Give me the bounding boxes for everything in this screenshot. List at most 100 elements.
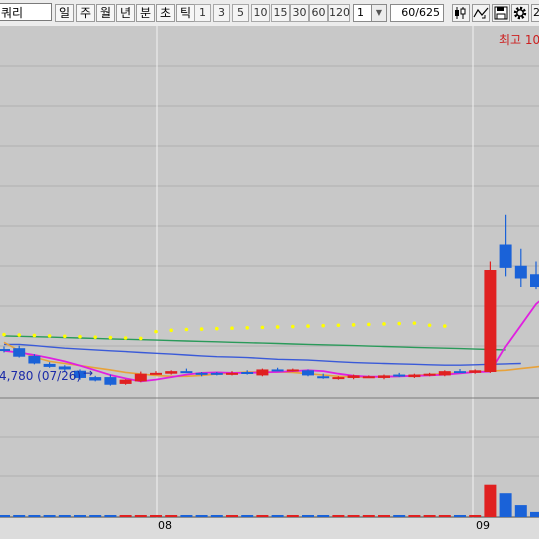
volume-bar: [408, 515, 421, 517]
interval-120-button[interactable]: 120: [328, 4, 350, 22]
candle-body: [0, 349, 10, 352]
candle-body: [210, 372, 223, 375]
volume-bar: [438, 515, 451, 517]
interval-1-button[interactable]: 1: [194, 4, 211, 22]
candle-body: [347, 375, 360, 378]
parabolic-dot: [367, 322, 371, 327]
parabolic-dot: [63, 334, 67, 339]
candle-body: [241, 372, 254, 374]
interval-30-button[interactable]: 30: [290, 4, 309, 22]
candle-add-icon[interactable]: [452, 4, 470, 22]
volume-bar: [210, 515, 223, 517]
parabolic-dot: [260, 325, 265, 330]
candle-body: [134, 373, 147, 382]
candle-body: [484, 270, 497, 372]
volume-bar: [28, 515, 41, 517]
volume-bar: [104, 515, 117, 517]
candle-body: [317, 376, 330, 379]
candle-body: [28, 355, 41, 364]
parabolic-dot: [336, 323, 341, 328]
max-price-label: 최고 10: [499, 33, 539, 47]
volume-bar: [347, 515, 360, 517]
parabolic-dot: [245, 326, 249, 330]
parabolic-dot: [291, 324, 295, 329]
parabolic-dot: [443, 324, 447, 328]
volume-bar: [134, 515, 147, 517]
volume-bar: [302, 515, 314, 517]
volume-bar: [89, 515, 102, 517]
parabolic-dot: [427, 323, 432, 328]
interval-5-button[interactable]: 5: [232, 4, 249, 22]
period-minute-button[interactable]: 분: [136, 4, 155, 22]
period-month-button[interactable]: 월: [96, 4, 115, 22]
candle-body: [180, 371, 193, 374]
period-week-button[interactable]: 주: [76, 4, 95, 22]
parabolic-dot: [169, 328, 173, 333]
interval-10-button[interactable]: 10: [251, 4, 270, 22]
x-axis-label-08: 08: [158, 519, 172, 532]
candle-body: [438, 371, 451, 376]
parabolic-dot: [123, 336, 128, 340]
interval-15-button[interactable]: 15: [271, 4, 290, 22]
volume-bar: [150, 515, 162, 517]
dropdown-arrow-icon[interactable]: ▼: [371, 4, 387, 22]
volume-bar: [530, 511, 539, 517]
volume-bar: [332, 515, 345, 517]
candle-body: [332, 377, 345, 380]
price-chart[interactable]: [0, 26, 539, 539]
candle-body: [104, 377, 117, 385]
candle-body: [119, 379, 132, 384]
interval-3-button[interactable]: 3: [213, 4, 230, 22]
parabolic-dot: [397, 321, 402, 326]
chart-background: [0, 26, 539, 539]
candle-body: [165, 371, 178, 374]
candle-body: [302, 370, 314, 376]
volume-bar: [119, 515, 132, 517]
candle-body: [256, 369, 269, 376]
save-icon[interactable]: [492, 4, 510, 22]
stock-name-combo[interactable]: 쿼리: [0, 3, 52, 21]
volume-bar: [165, 515, 178, 517]
parabolic-dot: [199, 327, 204, 331]
volume-bar: [423, 515, 436, 517]
volume-bar: [484, 484, 497, 517]
parabolic-dot: [412, 321, 417, 325]
candle-body: [469, 370, 482, 373]
candle-body: [408, 374, 421, 378]
candle-body: [13, 348, 26, 357]
parabolic-dot: [275, 325, 280, 329]
parabolic-dot: [351, 323, 356, 327]
candle-body: [499, 244, 512, 268]
parabolic-dot: [215, 326, 219, 331]
candle-body: [514, 265, 527, 279]
period-tick-button[interactable]: 틱: [176, 4, 195, 22]
volume-bar: [226, 515, 238, 517]
parabolic-dot: [321, 323, 326, 328]
volume-bar: [241, 515, 254, 517]
interval-60-button[interactable]: 60: [309, 4, 328, 22]
candle-body: [454, 371, 466, 374]
candle-body: [195, 372, 208, 375]
parabolic-dot: [47, 334, 52, 338]
parabolic-dot: [306, 324, 310, 328]
parabolic-dot: [382, 322, 386, 326]
volume-bar: [393, 515, 406, 517]
volume-bar: [514, 505, 527, 517]
parabolic-dot: [78, 334, 82, 339]
candle-body: [226, 372, 238, 375]
period-second-button[interactable]: 초: [156, 4, 175, 22]
volume-bar: [499, 493, 512, 517]
settings-icon[interactable]: [511, 4, 529, 22]
period-year-button[interactable]: 년: [116, 4, 135, 22]
volume-bar: [271, 515, 284, 517]
candle-body: [393, 374, 406, 377]
volume-bar: [74, 515, 86, 517]
candle-body: [362, 376, 375, 379]
parabolic-dot: [93, 335, 97, 339]
next-page-button[interactable]: 2: [531, 4, 539, 22]
chart-line-icon[interactable]: [472, 4, 490, 22]
period-day-button[interactable]: 일: [55, 4, 74, 22]
parabolic-dot: [17, 333, 22, 337]
parabolic-dot: [108, 335, 113, 340]
volume-bar: [13, 515, 26, 517]
